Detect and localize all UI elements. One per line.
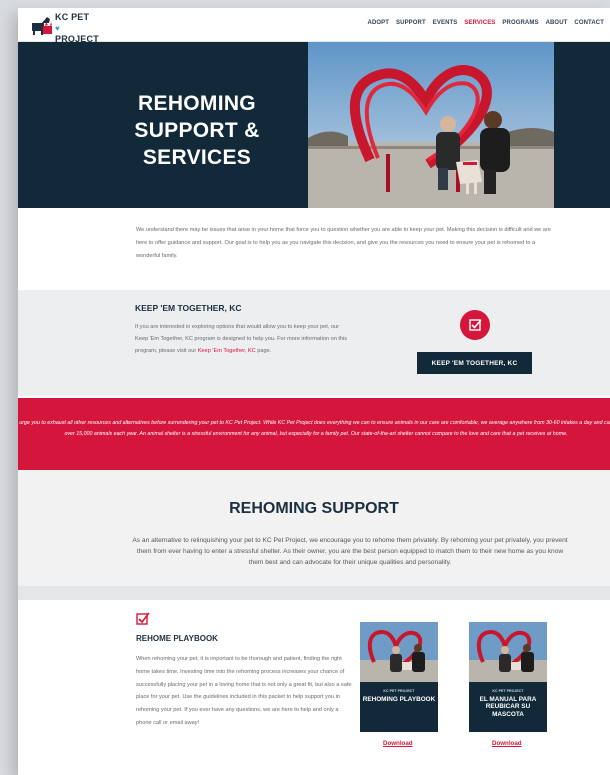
playbook-title: REHOME PLAYBOOK: [136, 634, 218, 643]
keep-together-text: If you are interested in exploring optio…: [135, 322, 349, 357]
section-divider: [18, 586, 610, 600]
page-title: REHOMING SUPPORT & SERVICES: [112, 90, 282, 171]
keep-text-after: page.: [255, 347, 272, 354]
cover-title: REHOMING PLAYBOOK: [362, 696, 436, 703]
checkbox-icon: [136, 612, 150, 625]
hero-photo: [308, 42, 554, 208]
checkbox-icon: [460, 310, 490, 340]
web-page: KC PET ♥ PROJECT ADOPT SUPPORT EVENTS SE…: [18, 8, 610, 775]
rehoming-support-title: REHOMING SUPPORT: [229, 500, 399, 517]
playbook-cover-english[interactable]: KC PET PROJECT REHOMING PLAYBOOK: [360, 622, 438, 732]
rehoming-support-text: As an alternative to relinquishing your …: [132, 537, 568, 566]
site-header: KC PET ♥ PROJECT ADOPT SUPPORT EVENTS SE…: [18, 8, 610, 44]
dog-cat-logo-icon: [32, 17, 52, 35]
heart-icon: ♥: [55, 24, 60, 33]
hero-title-line3: SERVICES: [142, 146, 252, 169]
cover-kicker: KC PET PROJECT: [383, 689, 415, 693]
hero-section: REHOMING SUPPORT & SERVICES: [18, 42, 610, 208]
keep-together-button[interactable]: KEEP 'EM TOGETHER, KC: [417, 352, 532, 374]
main-nav: ADOPT SUPPORT EVENTS SERVICES PROGRAMS A…: [368, 20, 604, 26]
keep-together-link[interactable]: Keep 'Em Together, KC: [198, 348, 256, 354]
cover-title: EL MANUAL PARA REUBICAR SU MASCOTA: [479, 696, 537, 718]
cover-photo: [360, 622, 438, 682]
keep-together-section: KEEP 'EM TOGETHER, KC If you are interes…: [18, 290, 610, 396]
nav-about[interactable]: ABOUT: [546, 20, 568, 26]
playbook-cover-spanish[interactable]: KC PET PROJECT EL MANUAL PARA REUBICAR S…: [469, 622, 547, 732]
nav-events[interactable]: EVENTS: [433, 20, 458, 26]
download-link-english[interactable]: Download: [383, 740, 413, 747]
hero-title-line2: SUPPORT &: [134, 119, 260, 142]
nav-programs[interactable]: PROGRAMS: [502, 20, 538, 26]
banner-text: We urge you to exhaust all other resourc…: [18, 420, 610, 437]
warning-banner: We urge you to exhaust all other resourc…: [18, 398, 610, 470]
nav-contact[interactable]: CONTACT: [574, 20, 604, 26]
cover-kicker: KC PET PROJECT: [492, 689, 524, 693]
site-logo[interactable]: KC PET ♥ PROJECT: [30, 12, 106, 44]
nav-services[interactable]: SERVICES: [464, 20, 495, 26]
logo-line1: KC PET: [55, 12, 90, 22]
nav-support[interactable]: SUPPORT: [396, 20, 426, 26]
nav-adopt[interactable]: ADOPT: [368, 20, 390, 26]
download-link-spanish[interactable]: Download: [492, 740, 522, 747]
rehoming-support-section: REHOMING SUPPORT As an alternative to re…: [18, 470, 610, 600]
playbook-text: When rehoming your pet, it is important …: [136, 656, 352, 726]
intro-paragraph: We understand there may be issues that a…: [136, 227, 551, 259]
cover-photo: [469, 622, 547, 682]
keep-together-title: KEEP 'EM TOGETHER, KC: [135, 303, 242, 313]
hero-title-line1: REHOMING: [138, 92, 256, 115]
rehome-playbook-section: REHOME PLAYBOOK When rehoming your pet, …: [18, 600, 610, 775]
